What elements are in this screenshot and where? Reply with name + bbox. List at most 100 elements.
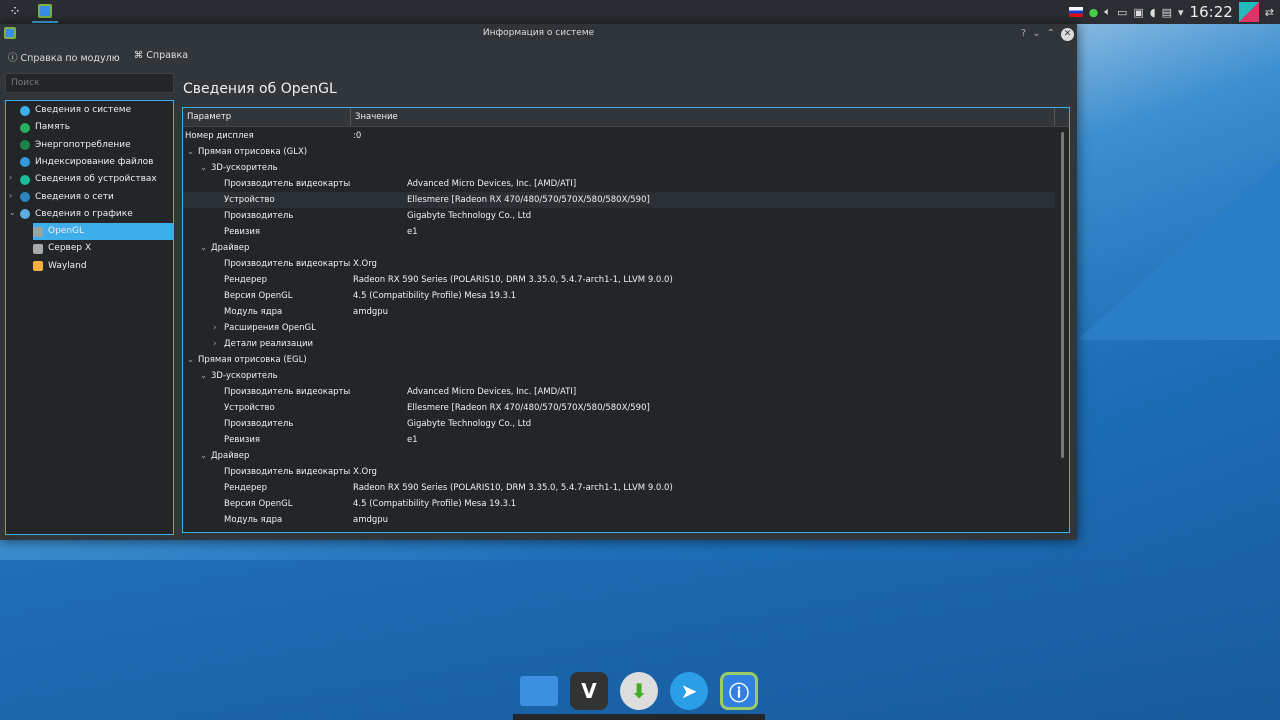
title-bar[interactable]: Информация о системе ? ⌄ ⌃ ✕ <box>0 24 1077 42</box>
row-parameter: 3D-ускоритель <box>211 163 278 173</box>
table-row[interactable]: ⌄ Драйвер <box>183 448 1055 464</box>
chevron-right-icon[interactable]: › <box>213 320 216 336</box>
sidebar-item-icon <box>33 261 43 272</box>
module-help-button[interactable]: ⓘ Справка по модулю <box>8 50 120 64</box>
sidebar-item-8[interactable]: Сервер X <box>33 240 173 257</box>
chevron-down-icon[interactable]: ⌄ <box>200 160 207 176</box>
table-header: Параметр Значение <box>183 108 1069 127</box>
window-app-icon[interactable] <box>4 27 16 39</box>
keyboard-layout-flag-icon[interactable] <box>1068 7 1083 17</box>
clock[interactable]: 16:22 <box>1190 3 1233 21</box>
expand-arrow-icon[interactable]: › <box>9 173 12 182</box>
table-row[interactable]: Устройство Ellesmere [Radeon RX 470/480/5… <box>183 400 1055 416</box>
table-row[interactable]: ⌄ 3D-ускоритель <box>183 368 1055 384</box>
column-header-value[interactable]: Значение <box>351 108 1055 126</box>
table-row[interactable]: Производитель видеокарты Advanced Micro D… <box>183 384 1055 400</box>
chevron-down-icon[interactable]: ⌄ <box>187 144 194 160</box>
sidebar-item-6[interactable]: Сведения о графике <box>20 206 173 223</box>
table-row[interactable]: Номер дисплея:0 <box>183 128 1055 144</box>
sidebar-item-label: Энергопотребление <box>35 139 131 150</box>
notes-icon[interactable]: ▤ <box>1162 6 1172 19</box>
column-header-parameter[interactable]: Параметр <box>183 108 351 126</box>
table-row[interactable]: Устройство Ellesmere [Radeon RX 470/480/5… <box>183 192 1055 208</box>
help-icon[interactable]: ? <box>1021 25 1026 43</box>
chevron-down-icon[interactable]: ⌄ <box>200 448 207 464</box>
panel-settings-icon[interactable]: ⇄ <box>1265 6 1274 19</box>
help-button[interactable]: ⌘ Справка <box>134 50 188 64</box>
file-manager-icon[interactable] <box>520 676 558 706</box>
row-parameter: Ревизия <box>224 227 261 237</box>
scrollbar[interactable] <box>1061 132 1064 458</box>
table-row[interactable]: Рендерер Radeon RX 590 Series (POLARIS10,… <box>183 272 1055 288</box>
vivaldi-icon[interactable]: V <box>570 672 608 710</box>
table-row[interactable]: Производитель Gigabyte Technology Co., Lt… <box>183 208 1055 224</box>
row-value: Radeon RX 590 Series (POLARIS10, DRM 3.3… <box>353 483 673 493</box>
row-parameter: Версия OpenGL <box>224 291 293 301</box>
sidebar-item-label: Индексирование файлов <box>35 156 154 167</box>
table-row[interactable]: › Детали реализации <box>183 336 1055 352</box>
sidebar-item-5[interactable]: Сведения о сети <box>20 189 173 206</box>
sidebar-item-icon <box>20 157 30 168</box>
download-manager-icon[interactable]: ⬇ <box>620 672 658 710</box>
table-row[interactable]: Ревизия e1 <box>183 432 1055 448</box>
sidebar-item-7[interactable]: OpenGL <box>33 223 173 241</box>
table-row[interactable]: Версия OpenGL 4.5 (Compatibility Profile)… <box>183 288 1055 304</box>
sidebar-item-9[interactable]: Wayland <box>33 258 173 275</box>
row-parameter: Производитель видеокарты <box>224 467 351 477</box>
chevron-down-icon[interactable]: ⌄ <box>200 240 207 256</box>
show-desktop-icon[interactable] <box>1238 2 1259 22</box>
desktop-background-shape <box>1077 160 1280 340</box>
table-row[interactable]: Ревизия e1 <box>183 224 1055 240</box>
system-info-dock-icon[interactable]: ⓘ <box>720 672 758 710</box>
table-row[interactable]: Производитель видеокарты X.Org <box>183 256 1055 272</box>
row-parameter: Производитель видеокарты <box>224 179 351 189</box>
table-row[interactable]: Производитель видеокарты X.Org <box>183 464 1055 480</box>
sidebar-item-label: Сведения об устройствах <box>35 174 157 185</box>
taskbar-item-system-info[interactable] <box>32 1 58 23</box>
table-row[interactable]: Модуль ядра amdgpu <box>183 512 1055 528</box>
close-icon[interactable]: ✕ <box>1061 27 1074 41</box>
system-info-window: Информация о системе ? ⌄ ⌃ ✕ ⓘ Справка п… <box>0 24 1077 540</box>
expand-arrow-icon[interactable]: ⌄ <box>9 208 16 217</box>
sidebar-item-0[interactable]: Сведения о системе <box>20 102 173 119</box>
chevron-down-icon[interactable]: ⌄ <box>187 352 194 368</box>
row-parameter: Рендерер <box>224 483 268 493</box>
table-row[interactable]: Производитель видеокарты Advanced Micro D… <box>183 176 1055 192</box>
chevron-down-icon[interactable]: ⌄ <box>200 368 207 384</box>
table-row[interactable]: ⌄ Драйвер <box>183 240 1055 256</box>
audio-icon[interactable]: ◖ <box>1150 6 1156 19</box>
table-row[interactable]: › Расширения OpenGL <box>183 320 1055 336</box>
sidebar-item-4[interactable]: Сведения об устройствах <box>20 171 173 188</box>
table-row[interactable]: ⌄ 3D-ускоритель <box>183 160 1055 176</box>
row-parameter: Прямая отрисовка (EGL) <box>198 355 307 365</box>
sidebar-item-1[interactable]: Память <box>20 119 173 136</box>
minimize-icon[interactable]: ⌄ <box>1032 25 1040 43</box>
opengl-info-table: Параметр Значение Номер дисплея:0 ⌄ Прямая… <box>182 107 1070 533</box>
search-input[interactable]: Поиск <box>5 73 174 93</box>
sidebar-item-3[interactable]: Индексирование файлов <box>20 154 173 171</box>
row-value: Advanced Micro Devices, Inc. [AMD/ATI] <box>407 387 577 397</box>
table-row[interactable]: Рендерер Radeon RX 590 Series (POLARIS10,… <box>183 480 1055 496</box>
table-row[interactable]: ⌄ Прямая отрисовка (EGL) <box>183 352 1055 368</box>
sidebar-tree: Сведения о системе Память Энергопотреблени… <box>5 100 174 535</box>
table-row[interactable]: Версия OpenGL 4.5 (Compatibility Profile)… <box>183 496 1055 512</box>
table-row[interactable]: Производитель Gigabyte Technology Co., Lt… <box>183 416 1055 432</box>
expand-arrow-icon[interactable]: › <box>9 191 12 200</box>
chevron-right-icon[interactable]: › <box>213 336 216 352</box>
telegram-icon[interactable]: ➤ <box>670 672 708 710</box>
sidebar-item-icon <box>20 209 30 220</box>
ghost-icon[interactable]: ● <box>1089 6 1099 19</box>
row-value: Advanced Micro Devices, Inc. [AMD/ATI] <box>407 179 577 189</box>
clipboard-icon[interactable]: ▣ <box>1133 6 1143 19</box>
display-icon[interactable]: ▭ <box>1117 6 1127 19</box>
row-value: e1 <box>407 227 418 237</box>
tray-expand-icon[interactable]: ▾ <box>1178 6 1184 19</box>
maximize-icon[interactable]: ⌃ <box>1047 25 1055 43</box>
app-launcher-icon[interactable]: ⁘ <box>4 1 26 23</box>
system-tray: ● 🔈︎ ▭ ▣ ◖ ▤ ▾ 16:22 ⇄ <box>1068 0 1280 24</box>
volume-icon[interactable]: 🔈︎ <box>1104 5 1111 19</box>
table-row[interactable]: Модуль ядра amdgpu <box>183 304 1055 320</box>
table-row[interactable]: ⌄ Прямая отрисовка (GLX) <box>183 144 1055 160</box>
sidebar-item-2[interactable]: Энергопотребление <box>20 137 173 154</box>
row-parameter: Производитель видеокарты <box>224 387 351 397</box>
